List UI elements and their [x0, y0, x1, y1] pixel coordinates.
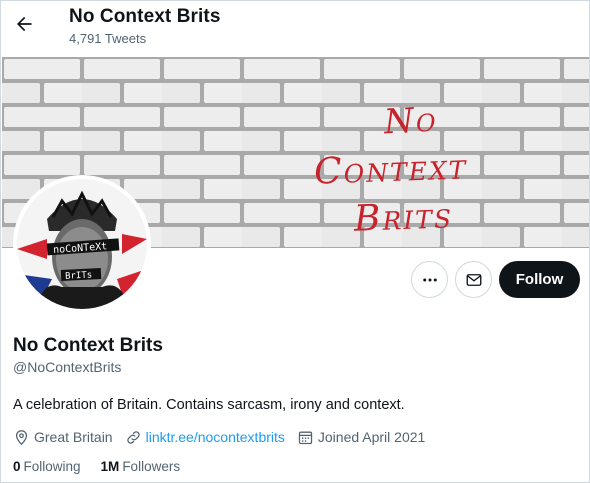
link-item: linktr.ee/nocontextbrits — [125, 429, 285, 446]
following-label: Following — [23, 459, 81, 474]
avatar-image: noCoNTeXt BrITs — [17, 179, 147, 309]
joined-text: Joined April 2021 — [317, 429, 426, 445]
envelope-icon — [466, 273, 481, 286]
profile-name: No Context Brits — [13, 335, 163, 356]
profile-header: No Context Brits 4,791 Tweets — [1, 1, 589, 57]
more-options-button[interactable] — [411, 261, 448, 298]
back-button[interactable] — [7, 7, 41, 41]
profile-meta: Great Britain linktr.ee/nocontextbrits J… — [13, 427, 437, 447]
avatar[interactable]: noCoNTeXt BrITs — [13, 175, 151, 313]
message-button[interactable] — [455, 261, 492, 298]
location-item: Great Britain — [13, 429, 113, 446]
banner-text-line3: Brits — [353, 195, 454, 240]
arrow-left-icon — [17, 16, 32, 32]
more-horizontal-icon — [422, 278, 437, 281]
location-pin-icon — [15, 429, 28, 445]
profile-handle: @NoContextBrits — [13, 359, 122, 375]
banner-text-line2: Context — [313, 146, 468, 193]
link-icon — [126, 430, 140, 444]
profile-stats: 0 Following 1M Followers — [13, 459, 200, 474]
profile-bio: A celebration of Britain. Contains sarca… — [13, 397, 405, 413]
followers-label: Followers — [122, 459, 181, 474]
calendar-icon — [298, 431, 313, 444]
following-link[interactable]: 0 Following — [13, 459, 81, 474]
tweet-count: 4,791 Tweets — [69, 31, 147, 46]
followers-count: 1M — [100, 459, 120, 474]
svg-text:BrITs: BrITs — [65, 270, 93, 281]
joined-item: Joined April 2021 — [297, 429, 425, 446]
header-title: No Context Brits — [69, 6, 221, 27]
follow-button[interactable]: Follow — [499, 261, 580, 298]
profile-page: No Context Brits 4,791 Tweets No Context… — [0, 0, 590, 483]
following-count: 0 — [13, 459, 21, 474]
followers-link[interactable]: 1M Followers — [101, 459, 181, 474]
profile-link[interactable]: linktr.ee/nocontextbrits — [146, 429, 285, 445]
location-text: Great Britain — [34, 429, 113, 445]
banner-text-line1: No — [382, 99, 439, 143]
